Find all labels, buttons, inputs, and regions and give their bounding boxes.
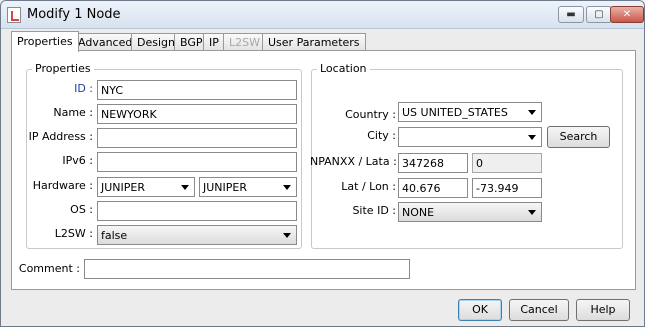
tab-advanced[interactable]: Advanced bbox=[72, 33, 139, 51]
name-field[interactable]: NEWYORK bbox=[97, 104, 297, 124]
chevron-down-icon bbox=[528, 210, 536, 215]
chevron-down-icon bbox=[528, 110, 536, 115]
close-button[interactable]: ✕ bbox=[610, 6, 644, 23]
help-button[interactable]: Help bbox=[576, 299, 630, 321]
properties-panel: Properties ID : NYC Name : NEWYORK IP Ad… bbox=[11, 50, 636, 290]
l2sw-label: L2SW : bbox=[54, 227, 93, 240]
chevron-down-icon bbox=[181, 185, 189, 190]
l2sw-select[interactable]: false bbox=[97, 225, 297, 245]
cancel-button[interactable]: Cancel bbox=[509, 299, 569, 321]
window-title: Modify 1 Node bbox=[27, 7, 121, 22]
country-value: US UNITED_STATES bbox=[402, 106, 508, 119]
site-id-value: NONE bbox=[402, 206, 435, 219]
hardware-label: Hardware : bbox=[32, 179, 93, 192]
site-id-select[interactable]: NONE bbox=[398, 202, 542, 222]
hardware-model-value: JUNIPER bbox=[203, 181, 247, 194]
city-select[interactable] bbox=[398, 127, 542, 147]
tab-l2sw: L2SW bbox=[223, 33, 266, 51]
country-label: Country : bbox=[345, 108, 396, 121]
longitude-field[interactable]: -73.949 bbox=[472, 178, 542, 198]
id-field[interactable]: NYC bbox=[97, 80, 297, 100]
site-id-label: Site ID : bbox=[352, 204, 396, 217]
search-button[interactable]: Search bbox=[547, 126, 610, 148]
tab-user-parameters[interactable]: User Parameters bbox=[262, 33, 366, 51]
npanxx-field[interactable]: 347268 bbox=[398, 153, 468, 173]
hardware-vendor-value: JUNIPER bbox=[101, 181, 145, 194]
city-label: City : bbox=[367, 129, 396, 142]
ip-address-label: IP Address : bbox=[28, 130, 93, 143]
lata-field: 0 bbox=[472, 153, 542, 173]
dialog-button-bar: OK Cancel Help bbox=[1, 291, 644, 326]
maximize-button[interactable]: ▢ bbox=[586, 6, 612, 23]
chevron-down-icon bbox=[283, 185, 291, 190]
tab-properties[interactable]: Properties bbox=[11, 31, 79, 52]
country-select[interactable]: US UNITED_STATES bbox=[398, 102, 542, 122]
ipv6-label: IPv6 : bbox=[62, 154, 93, 167]
title-bar[interactable]: Modify 1 Node ▬ ▢ ✕ bbox=[1, 1, 644, 29]
name-label: Name : bbox=[53, 106, 93, 119]
lat-lon-label: Lat / Lon : bbox=[341, 180, 396, 193]
properties-group-title: Properties bbox=[32, 62, 94, 75]
ok-button[interactable]: OK bbox=[458, 299, 502, 321]
id-label: ID : bbox=[74, 82, 93, 95]
chevron-down-icon bbox=[528, 135, 536, 140]
ipv6-field[interactable] bbox=[97, 152, 297, 172]
minimize-button[interactable]: ▬ bbox=[558, 6, 584, 23]
os-label: OS : bbox=[70, 203, 93, 216]
comment-field[interactable] bbox=[84, 259, 410, 279]
ip-address-field[interactable] bbox=[97, 128, 297, 148]
java-app-icon bbox=[7, 7, 21, 23]
hardware-vendor-select[interactable]: JUNIPER bbox=[97, 177, 195, 197]
npanxx-lata-label: NPANXX / Lata : bbox=[310, 155, 397, 168]
chevron-down-icon bbox=[283, 233, 291, 238]
tab-ip[interactable]: IP bbox=[203, 33, 225, 51]
latitude-field[interactable]: 40.676 bbox=[398, 178, 468, 198]
os-field[interactable] bbox=[97, 201, 297, 221]
location-group-title: Location bbox=[317, 62, 370, 75]
comment-label: Comment : bbox=[18, 262, 80, 275]
modify-node-dialog: Modify 1 Node ▬ ▢ ✕ Properties Advanced … bbox=[0, 0, 645, 327]
hardware-model-select[interactable]: JUNIPER bbox=[199, 177, 297, 197]
l2sw-value: false bbox=[101, 229, 128, 242]
